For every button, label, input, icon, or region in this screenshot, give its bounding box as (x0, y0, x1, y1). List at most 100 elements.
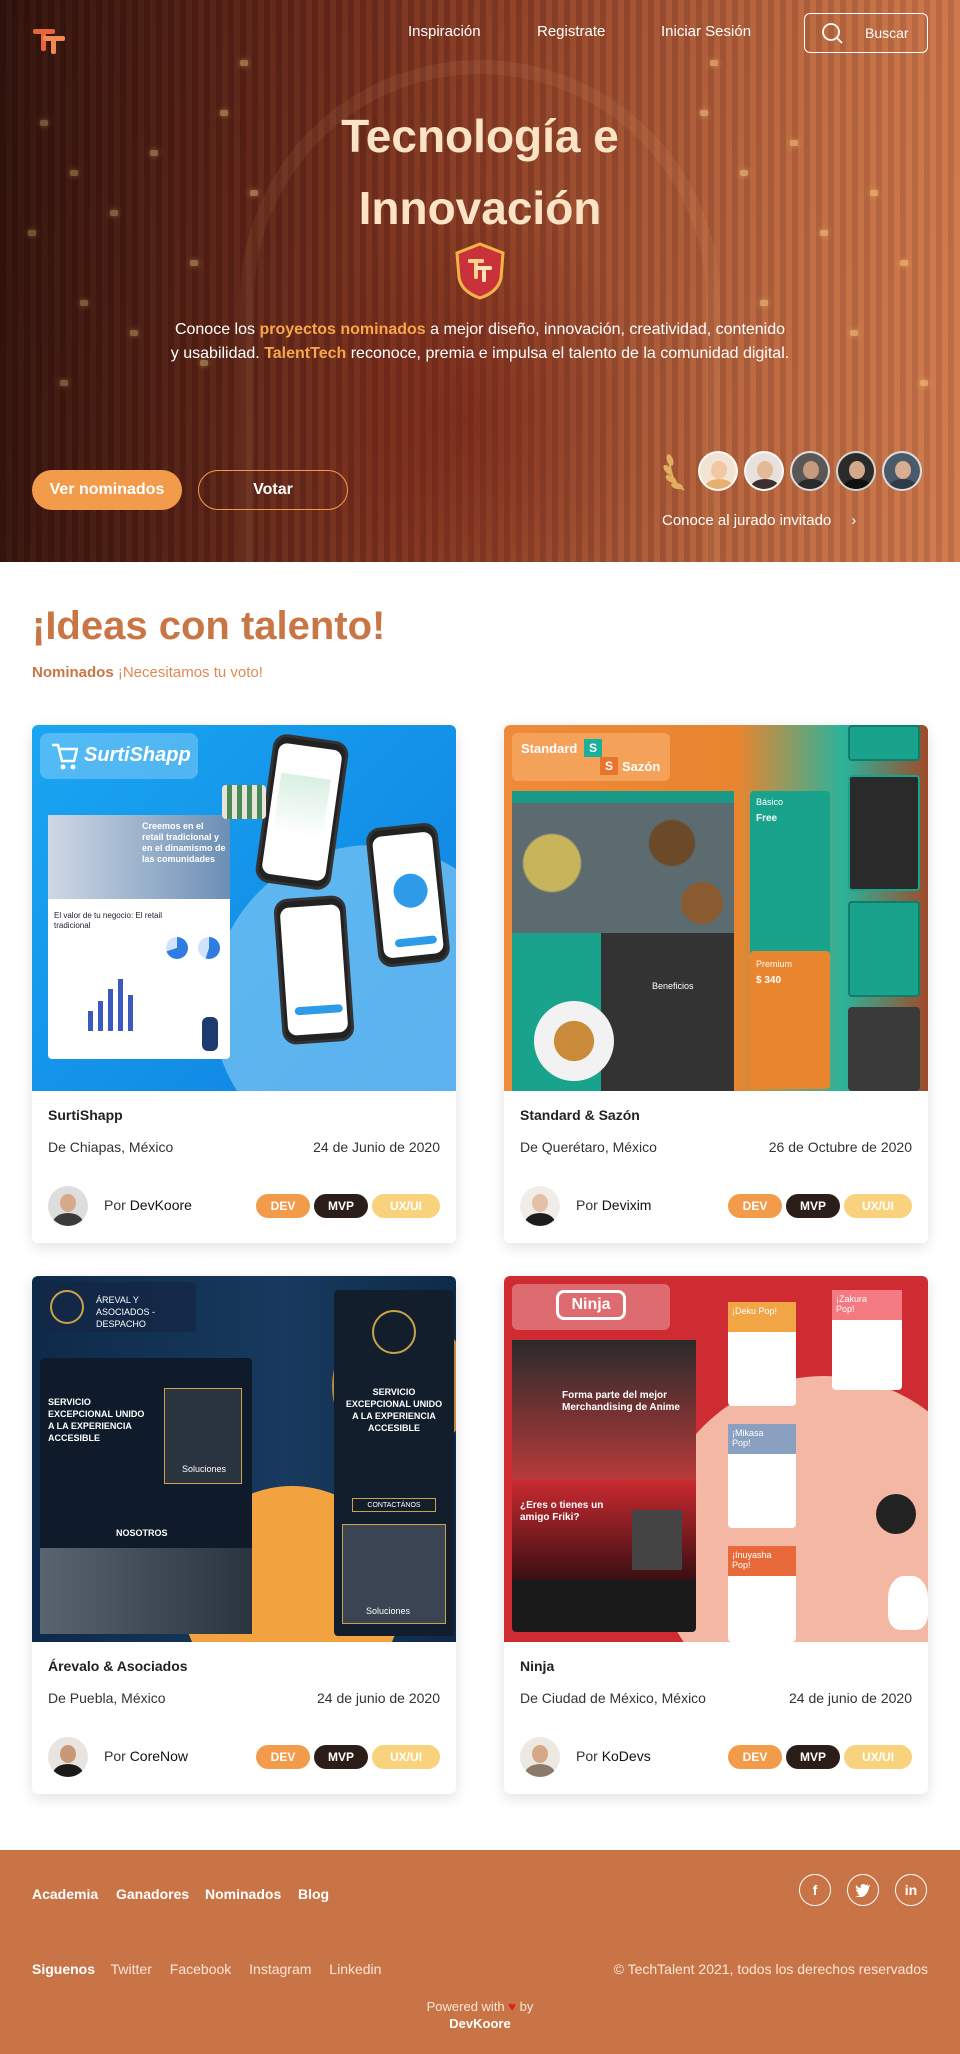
top-nav: Inspiración Registrate Iniciar Sesión Bu… (0, 0, 960, 66)
img-brand: SurtiShapp (84, 744, 191, 766)
footer-link-nominados[interactable]: Nominados (205, 1886, 281, 1902)
nav-inspiracion[interactable]: Inspiración (408, 23, 481, 40)
img-pop: ¡Deku Pop! (732, 1306, 778, 1316)
tag-ux: UX/UI (372, 1194, 440, 1218)
img-text: El valor de tu negocio: El retail tradic… (54, 911, 163, 930)
highlight-proyectos[interactable]: proyectos nominados (259, 321, 425, 338)
section-title: ¡Ideas con talento! (32, 604, 386, 648)
jury-avatar[interactable] (698, 451, 738, 491)
jury-avatar[interactable] (836, 451, 876, 491)
heart-icon: ♥ (508, 1999, 517, 2014)
tag-ux: UX/UI (844, 1194, 912, 1218)
nav-registrate[interactable]: Registrate (537, 23, 605, 40)
img-nosotros: NOSOTROS (116, 1528, 168, 1538)
tag-list: DEV MVP UX/UI (256, 1194, 440, 1218)
nav-iniciar-sesion[interactable]: Iniciar Sesión (661, 23, 751, 40)
card-title[interactable]: Standard & Sazón (520, 1107, 640, 1123)
card-location: De Chiapas, México (48, 1139, 174, 1155)
tag-mvp: MVP (314, 1745, 368, 1769)
ver-nominados-button[interactable]: Ver nominados (32, 470, 182, 510)
search-label: Buscar (865, 25, 909, 41)
card-author: Por DevKoore (104, 1197, 192, 1213)
jury-avatar[interactable] (790, 451, 830, 491)
jury-avatar[interactable] (744, 451, 784, 491)
nominee-card[interactable]: Ninja Forma parte del mejor Merchandisin… (504, 1276, 928, 1794)
card-title[interactable]: SurtiShapp (48, 1107, 123, 1123)
shield-logo-icon (455, 242, 505, 300)
author-name[interactable]: DevKoore (130, 1197, 192, 1213)
chevron-right-icon: › (851, 512, 857, 529)
project-screenshot[interactable]: Standard S S Sazón Beneficios Básico Fre… (504, 725, 928, 1091)
img-headline: Forma parte del mejor Merchandising de A… (562, 1390, 680, 1413)
author-avatar[interactable] (520, 1186, 560, 1226)
nominee-card[interactable]: Standard S S Sazón Beneficios Básico Fre… (504, 725, 928, 1243)
author-name[interactable]: CoreNow (130, 1748, 188, 1764)
footer-link-academia[interactable]: Academia (32, 1886, 98, 1902)
cart-icon (52, 743, 78, 770)
author-avatar[interactable] (520, 1737, 560, 1777)
author-name[interactable]: KoDevs (602, 1748, 651, 1764)
project-screenshot[interactable]: SurtiShapp Creemos en el retail tradicio… (32, 725, 456, 1091)
site-footer: Academia Ganadores Nominados Blog f in S… (0, 1850, 960, 2054)
powered-by: Powered with ♥ by DevKoore (0, 1998, 960, 2032)
card-location: De Querétaro, México (520, 1139, 657, 1155)
twitter-icon[interactable] (847, 1874, 879, 1906)
follow-instagram[interactable]: Instagram (249, 1961, 311, 1977)
project-screenshot[interactable]: Ninja Forma parte del mejor Merchandisin… (504, 1276, 928, 1642)
img-plan1: Básico (756, 797, 784, 807)
tag-list: DEV MVP UX/UI (256, 1745, 440, 1769)
tag-dev: DEV (728, 1194, 782, 1218)
img-brand: Ninja (556, 1290, 626, 1320)
footer-link-ganadores[interactable]: Ganadores (116, 1886, 189, 1902)
hero-title-line1: Tecnología e (341, 110, 619, 162)
tag-dev: DEV (256, 1745, 310, 1769)
img-question: ¿Eres o tienes un amigo Friki? (520, 1500, 604, 1523)
author-avatar[interactable] (48, 1186, 88, 1226)
card-date: 24 de Junio de 2020 (313, 1139, 440, 1155)
follow-linkedin[interactable]: Linkedin (329, 1961, 381, 1977)
footer-link-blog[interactable]: Blog (298, 1886, 329, 1902)
tag-dev: DEV (256, 1194, 310, 1218)
img-brand: ÁREVAL Y ASOCIADOS - DESPACHO (96, 1295, 156, 1329)
search-icon (822, 23, 843, 44)
follow-links: Siguenos Twitter Facebook Instagram Link… (32, 1961, 395, 1977)
follow-facebook[interactable]: Facebook (170, 1961, 231, 1977)
hero-title: Tecnología e Innovación (260, 100, 700, 244)
card-title[interactable]: Árevalo & Asociados (48, 1658, 188, 1674)
search-button[interactable]: Buscar (804, 13, 928, 53)
section-subtitle: Nominados ¡Necesitamos tu voto! (32, 664, 263, 681)
talenttech-logo[interactable] (32, 27, 66, 55)
jury-avatar[interactable] (882, 451, 922, 491)
votar-button[interactable]: Votar (198, 470, 348, 510)
img-s-badge: S (600, 757, 618, 775)
follow-twitter[interactable]: Twitter (111, 1961, 152, 1977)
jury-link[interactable]: Conoce al jurado invitado › (662, 512, 856, 529)
tag-mvp: MVP (786, 1745, 840, 1769)
author-avatar[interactable] (48, 1737, 88, 1777)
tag-dev: DEV (728, 1745, 782, 1769)
follow-label: Siguenos (32, 1961, 96, 1977)
card-date: 24 de junio de 2020 (789, 1690, 912, 1706)
img-headline: SERVICIO EXCEPCIONAL UNIDO A LA EXPERIEN… (48, 1397, 145, 1443)
highlight-talenttech: TalentTech (264, 345, 347, 362)
img-benefits: Beneficios (652, 981, 694, 991)
card-author: Por CoreNow (104, 1748, 189, 1764)
author-name[interactable]: Devixim (602, 1197, 652, 1213)
powered-by-name[interactable]: DevKoore (0, 2015, 960, 2032)
linkedin-icon[interactable]: in (895, 1874, 927, 1906)
card-title[interactable]: Ninja (520, 1658, 554, 1674)
facebook-icon[interactable]: f (799, 1874, 831, 1906)
laurel-icon (663, 454, 685, 491)
nominee-card[interactable]: SurtiShapp Creemos en el retail tradicio… (32, 725, 456, 1243)
tag-ux: UX/UI (844, 1745, 912, 1769)
nominee-card[interactable]: ÁREVAL Y ASOCIADOS - DESPACHO SERVICIO E… (32, 1276, 456, 1794)
tag-mvp: MVP (314, 1194, 368, 1218)
hero-title-line2: Innovación (358, 182, 602, 234)
card-date: 26 de Octubre de 2020 (768, 1139, 912, 1155)
img-brand-a: Standard (521, 741, 578, 756)
img-headline: SERVICIO EXCEPCIONAL UNIDO A LA EXPERIEN… (345, 1387, 443, 1433)
jury-link-label: Conoce al jurado invitado (662, 512, 832, 529)
project-screenshot[interactable]: ÁREVAL Y ASOCIADOS - DESPACHO SERVICIO E… (32, 1276, 456, 1642)
img-solutions: Soluciones (366, 1606, 411, 1616)
tag-mvp: MVP (786, 1194, 840, 1218)
